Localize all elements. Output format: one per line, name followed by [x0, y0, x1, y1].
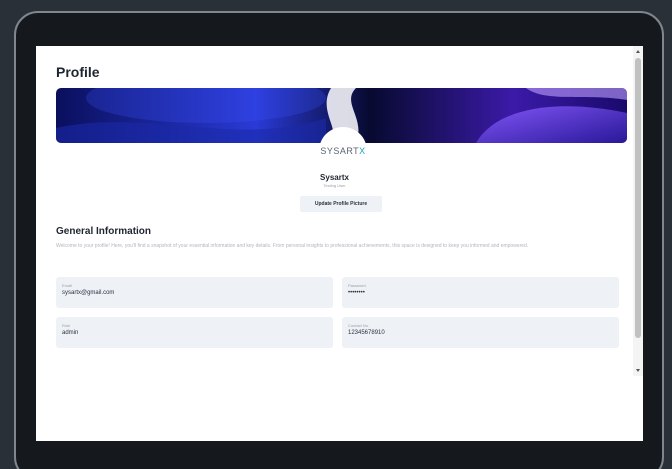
email-value: sysartx@gmail.com — [62, 290, 115, 296]
screen: Profile SYSARTX Sysartx Testing User Upd… — [36, 46, 643, 441]
contact-value: 12345678910 — [348, 330, 385, 336]
brand-logo: SYSARTX — [320, 146, 366, 156]
section-description: Welcome to your profile! Here, you'll fi… — [56, 243, 529, 249]
role-value: admin — [62, 330, 79, 336]
email-label: Email — [62, 283, 73, 288]
vertical-scrollbar[interactable] — [633, 46, 643, 376]
role-label: Role — [62, 323, 71, 328]
email-field[interactable]: Email sysartx@gmail.com — [56, 277, 333, 308]
password-field[interactable]: Password •••••••• — [342, 277, 619, 308]
scroll-down-icon[interactable] — [636, 369, 640, 372]
password-value: •••••••• — [348, 290, 365, 296]
contact-field[interactable]: Contact No. 12345678910 — [342, 317, 619, 348]
update-profile-picture-button[interactable]: Update Profile Picture — [300, 196, 382, 212]
profile-avatar: SYSARTX — [319, 127, 367, 175]
scroll-up-icon[interactable] — [636, 50, 640, 53]
profile-page: Profile SYSARTX Sysartx Testing User Upd… — [36, 46, 633, 441]
contact-label: Contact No. — [348, 323, 370, 328]
user-role: Testing User — [323, 183, 346, 188]
password-label: Password — [348, 283, 366, 288]
scroll-thumb[interactable] — [635, 58, 641, 338]
role-field[interactable]: Role admin — [56, 317, 333, 348]
user-name: Sysartx — [320, 173, 349, 182]
page-title: Profile — [56, 64, 100, 80]
section-title: General Information — [56, 226, 152, 237]
